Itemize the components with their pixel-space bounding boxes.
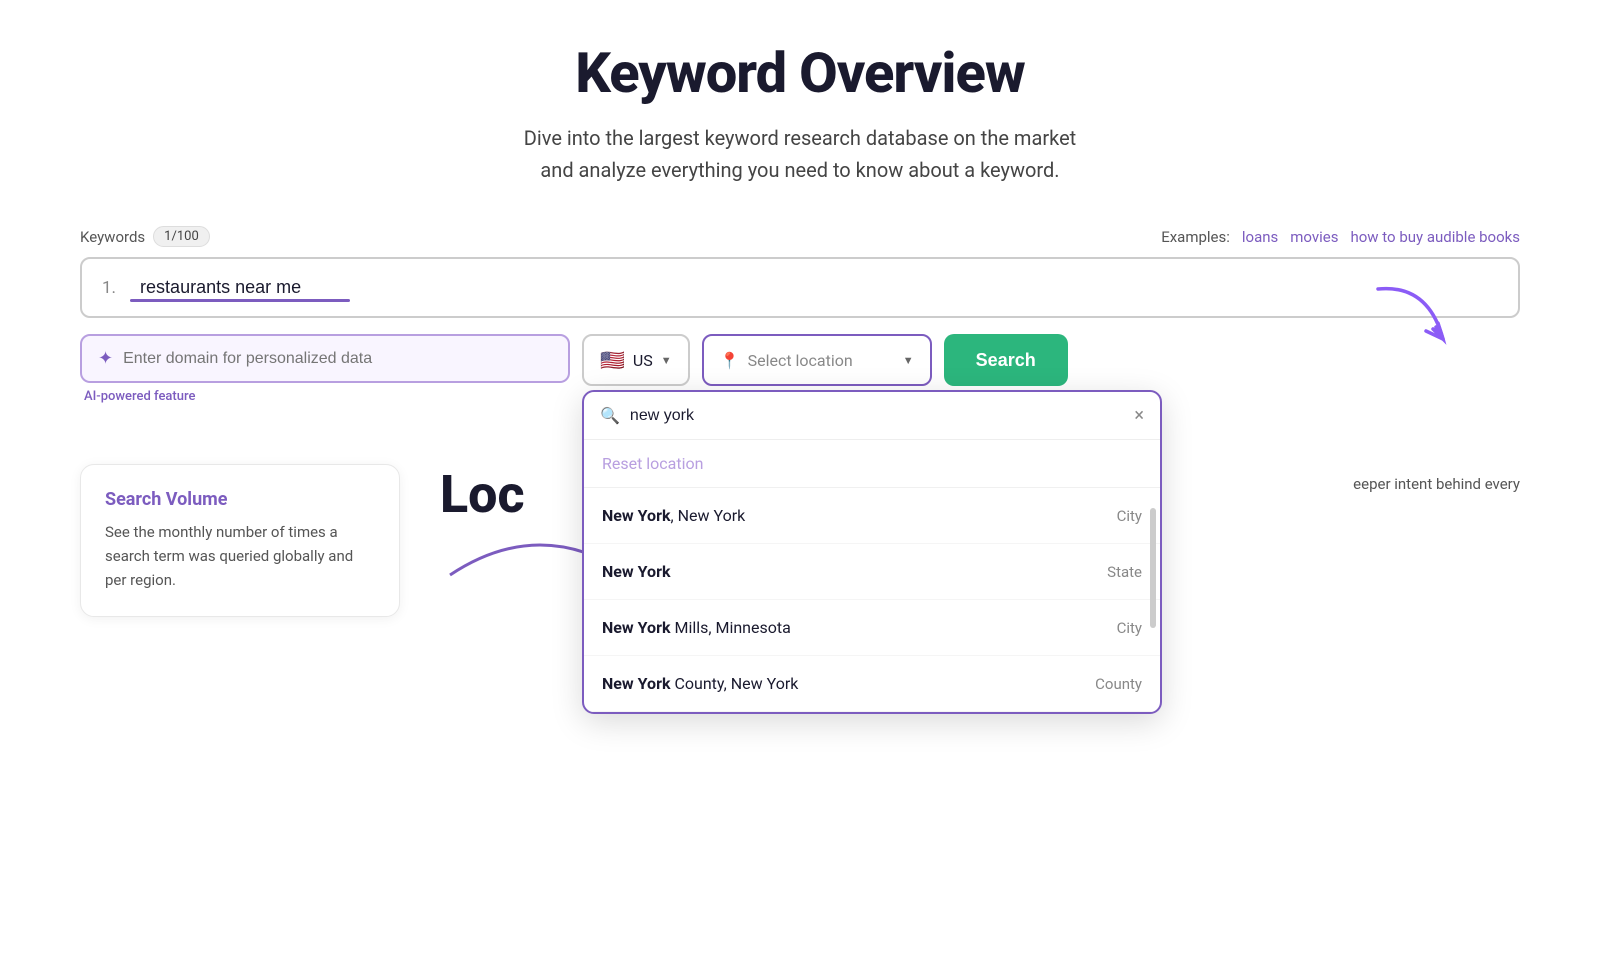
search-section: Keywords 1/100 Examples: loans movies ho… — [80, 226, 1520, 404]
keyword-underline-wrapper — [130, 259, 1518, 316]
ai-sparkle-icon: ✦ — [98, 348, 113, 369]
controls-row: ✦ AI-powered feature 🇺🇸 US ▼ 📍 Select lo… — [80, 334, 1520, 404]
dropdown-item-type-2: City — [1117, 619, 1142, 637]
page-title: Keyword Overview — [80, 40, 1520, 106]
example-loans[interactable]: loans — [1242, 228, 1278, 246]
search-volume-card: Search Volume See the monthly number of … — [80, 464, 400, 617]
keyword-number: 1. — [82, 260, 130, 316]
hero-subtitle: Dive into the largest keyword research d… — [80, 122, 1520, 186]
location-placeholder: Select location — [748, 351, 853, 370]
location-selector[interactable]: 📍 Select location ▼ — [702, 334, 932, 386]
hero-section: Keyword Overview Dive into the largest k… — [80, 40, 1520, 186]
country-flag: 🇺🇸 — [600, 348, 625, 372]
dropdown-item-0[interactable]: New York, New York City — [584, 488, 1160, 544]
keywords-row: Keywords 1/100 Examples: loans movies ho… — [80, 226, 1520, 247]
dropdown-item-name-3: New York County, New York — [602, 674, 798, 693]
location-pin-icon: 📍 — [720, 351, 740, 370]
ai-powered-label: AI-powered feature — [84, 389, 570, 404]
info-card-title: Search Volume — [105, 489, 375, 510]
keyword-underline-bar — [130, 299, 350, 302]
dropdown-results: New York, New York City New York State N… — [584, 488, 1160, 712]
scrollbar-thumb[interactable] — [1150, 508, 1156, 628]
dropdown-item-3[interactable]: New York County, New York County — [584, 656, 1160, 712]
keywords-badge: 1/100 — [153, 226, 210, 247]
keyword-input[interactable] — [130, 259, 1518, 316]
dropdown-search-row: 🔍 × — [584, 392, 1160, 440]
dropdown-item-type-0: City — [1117, 507, 1142, 525]
reset-location-button[interactable]: Reset location — [584, 440, 1160, 488]
scrollbar-track — [1150, 488, 1156, 712]
location-dropdown: 🔍 × Reset location New York, New York Ci… — [582, 390, 1162, 714]
dropdown-search-icon: 🔍 — [600, 406, 620, 425]
country-selector[interactable]: 🇺🇸 US ▼ — [582, 334, 690, 386]
right-text: eeper intent behind every — [1353, 475, 1520, 493]
keyword-input-row: 1. — [80, 257, 1520, 318]
right-text-snippet: eeper intent behind every — [1353, 464, 1520, 493]
dropdown-item-name-1: New York — [602, 562, 671, 581]
dropdown-item-1[interactable]: New York State — [584, 544, 1160, 600]
loc-title: Loc — [440, 464, 525, 525]
domain-input-wrapper: ✦ AI-powered feature — [80, 334, 570, 404]
dropdown-item-type-1: State — [1107, 563, 1142, 581]
example-books[interactable]: how to buy audible books — [1350, 228, 1520, 246]
examples-row: Examples: loans movies how to buy audibl… — [1161, 228, 1520, 246]
dropdown-item-2[interactable]: New York Mills, Minnesota City — [584, 600, 1160, 656]
dropdown-clear-icon[interactable]: × — [1134, 407, 1144, 425]
location-chevron-icon: ▼ — [903, 354, 914, 367]
dropdown-item-name-0: New York, New York — [602, 506, 745, 525]
search-button[interactable]: Search — [944, 334, 1068, 386]
dropdown-item-name-2: New York Mills, Minnesota — [602, 618, 791, 637]
dropdown-item-type-3: County — [1095, 675, 1142, 693]
dropdown-search-input[interactable] — [630, 407, 1124, 425]
domain-input[interactable] — [123, 350, 552, 368]
country-chevron-icon: ▼ — [661, 354, 672, 367]
domain-input-box: ✦ — [80, 334, 570, 383]
info-card-text: See the monthly number of times a search… — [105, 520, 375, 592]
country-value: US — [633, 351, 653, 370]
example-movies[interactable]: movies — [1290, 228, 1338, 246]
keywords-label: Keywords 1/100 — [80, 226, 210, 247]
